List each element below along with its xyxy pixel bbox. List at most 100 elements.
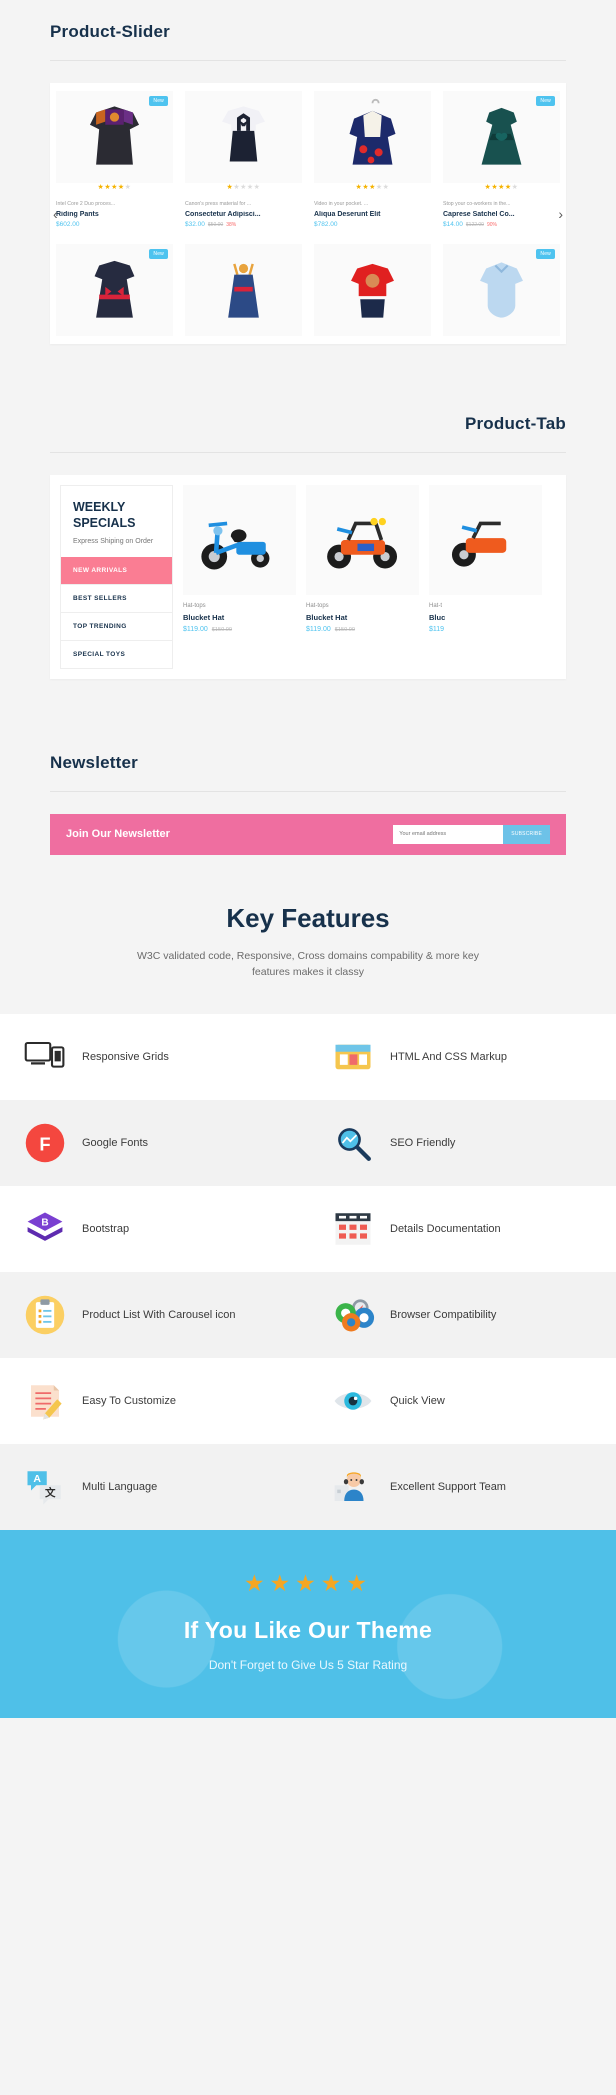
google-fonts-icon: F <box>22 1120 68 1166</box>
weekly-specials-title: WEEKLY SPECIALS <box>73 500 136 530</box>
rating-banner-content: ★★★★★ If You Like Our Theme Don't Forget… <box>0 1570 616 1672</box>
product-description: Canon's press material for ... <box>185 201 252 207</box>
product-card[interactable] <box>179 236 308 344</box>
heading-divider <box>50 452 566 454</box>
chevron-right-icon[interactable]: › <box>558 207 563 221</box>
product-name[interactable]: Riding Pants <box>56 211 173 218</box>
key-feature-label: Google Fonts <box>82 1136 149 1149</box>
tab-product-thumbnail[interactable] <box>306 485 419 596</box>
tab-product-card[interactable]: Hat-tops Blucket Hat $119.00 $150.00 <box>183 485 296 668</box>
key-feature-item: Quick View <box>308 1358 616 1444</box>
tab-product-name[interactable]: Blucket Hat <box>306 613 419 622</box>
product-thumbnail[interactable] <box>314 91 431 183</box>
product-card[interactable]: New ★★★★★ Intel Core 2 Duo proces... Riding… <box>50 83 179 236</box>
product-description: Video in your pocket. ... <box>314 201 369 207</box>
product-card[interactable]: ★★★★★ Canon's press material for ... Conse… <box>179 83 308 236</box>
heading-divider <box>50 60 566 61</box>
key-feature-item: F Google Fonts <box>0 1100 308 1186</box>
svg-text:文: 文 <box>44 1486 56 1499</box>
rating-stars: ★★★★★ <box>226 184 261 191</box>
newsletter-heading: Newsletter <box>50 752 138 772</box>
newsletter-subscribe-button[interactable]: SUBSCRIBE <box>503 824 550 844</box>
bootstrap-icon: B <box>22 1206 68 1252</box>
product-price: $602.00 <box>56 221 80 229</box>
key-feature-item: Responsive Grids <box>0 1014 308 1100</box>
key-features-list: Responsive Grids HTML And CSS Markup F Goog… <box>0 1014 616 1531</box>
new-badge: New <box>149 249 168 260</box>
key-feature-label: Quick View <box>390 1394 445 1407</box>
browsers-icon <box>330 1292 376 1338</box>
key-feature-item: B Bootstrap <box>0 1186 308 1272</box>
tab-product-thumbnail[interactable] <box>183 485 296 596</box>
product-card[interactable]: New <box>437 236 566 344</box>
tab-product-card[interactable]: Hat-tops Blucket Hat $119.00 $150.00 <box>306 485 419 668</box>
slider-row-top: New ★★★★★ Intel Core 2 Duo proces... Riding… <box>50 83 566 236</box>
product-name[interactable]: Aliqua Deserunt Elit <box>314 211 431 218</box>
product-thumbnail[interactable] <box>314 244 431 337</box>
product-tab-item[interactable]: TOP TRENDING <box>61 611 172 640</box>
product-old-price: $50.00 <box>207 222 224 229</box>
heading-divider <box>50 790 566 792</box>
product-tab-products: Hat-tops Blucket Hat $119.00 $150.00 Hat-top… <box>173 485 556 668</box>
new-badge: New <box>149 96 168 106</box>
key-feature-label: Excellent Support Team <box>390 1480 506 1493</box>
newsletter-form: SUBSCRIBE <box>393 824 550 844</box>
tab-product-price: $119.00 $150.00 <box>306 626 356 634</box>
key-feature-item: HTML And CSS Markup <box>308 1014 616 1100</box>
page-root: Product-Slider New ★★★★★ Intel Core 2 Duo … <box>0 0 616 1719</box>
key-features-subheading: W3C validated code, Responsive, Cross do… <box>137 949 479 978</box>
documentation-icon <box>330 1206 376 1252</box>
clipboard-list-icon <box>22 1292 68 1338</box>
new-badge: New <box>536 96 555 106</box>
key-feature-row: Product List With Carousel icon Browser C… <box>0 1272 616 1359</box>
chevron-left-icon[interactable]: ‹ <box>53 207 58 221</box>
svg-text:B: B <box>41 1217 48 1228</box>
rating-banner-subtitle: Don't Forget to Give Us 5 Star Rating <box>208 1658 408 1673</box>
tab-product-thumbnail[interactable] <box>429 485 542 596</box>
product-card[interactable]: ★★★★★ Video in your pocket. ... Aliqua Des… <box>308 83 437 236</box>
support-agent-icon <box>330 1464 376 1510</box>
product-thumbnail[interactable] <box>185 91 302 183</box>
seo-magnifier-icon <box>330 1120 376 1166</box>
product-tab-item[interactable]: NEW ARRIVALS <box>61 556 172 584</box>
tab-product-card[interactable]: Hat-t Bluc $119 <box>429 485 542 668</box>
key-feature-label: Product List With Carousel icon <box>82 1308 236 1321</box>
key-feature-label: SEO Friendly <box>390 1136 456 1149</box>
newsletter-bar: Join Our Newsletter SUBSCRIBE <box>50 813 566 855</box>
product-card[interactable]: New ★★★★★ Stop your co-workers in the... Ca… <box>437 83 566 236</box>
product-thumbnail[interactable]: New <box>56 91 173 183</box>
key-feature-row: Easy To Customize Quick View <box>0 1358 616 1445</box>
newsletter-email-input[interactable] <box>393 824 504 844</box>
tab-product-name[interactable]: Blucket Hat <box>183 613 296 622</box>
tab-product-name[interactable]: Bluc <box>429 613 542 622</box>
product-thumbnail[interactable] <box>185 244 302 337</box>
svg-text:A: A <box>33 1473 41 1485</box>
product-slider-carousel[interactable]: New ★★★★★ Intel Core 2 Duo proces... Riding… <box>50 83 566 345</box>
product-tab-item[interactable]: SPECIAL TOYS <box>61 639 172 668</box>
key-feature-row: A 文 Multi Language Excellent Support Team <box>0 1444 616 1531</box>
five-star-icon: ★★★★★ <box>243 1570 373 1597</box>
weekly-specials-subtitle: Express Shiping on Order <box>73 537 154 545</box>
new-badge: New <box>536 249 555 260</box>
product-tab-heading: Product-Tab <box>464 414 566 434</box>
key-feature-label: Easy To Customize <box>82 1394 176 1407</box>
product-card[interactable] <box>308 236 437 344</box>
product-old-price: $122.00 <box>465 222 484 229</box>
product-name[interactable]: Consectetur Adipisci... <box>185 211 302 218</box>
product-tab-item[interactable]: BEST SELLERS <box>61 583 172 612</box>
key-feature-item: Excellent Support Team <box>308 1444 616 1530</box>
product-thumbnail[interactable]: New <box>443 91 560 183</box>
product-card[interactable]: New <box>50 236 179 344</box>
product-description: Stop your co-workers in the... <box>443 201 511 207</box>
rating-stars: ★★★★★ <box>484 184 519 191</box>
product-name[interactable]: Caprese Satchel Co... <box>443 211 560 218</box>
product-slider-heading: Product-Slider <box>50 22 170 41</box>
product-thumbnail[interactable]: New <box>56 244 173 337</box>
product-thumbnail[interactable]: New <box>443 244 560 337</box>
pencil-note-icon <box>22 1378 68 1424</box>
product-slider-section: Product-Slider <box>0 0 616 61</box>
weekly-specials-sidebar: WEEKLY SPECIALS Express Shiping on Order… <box>60 485 173 669</box>
product-tab-list: NEW ARRIVALS BEST SELLERS TOP TRENDING SPEC… <box>61 556 172 668</box>
tab-product-old-price: $150.00 <box>334 627 356 634</box>
rating-stars: ★★★★★ <box>355 184 390 191</box>
